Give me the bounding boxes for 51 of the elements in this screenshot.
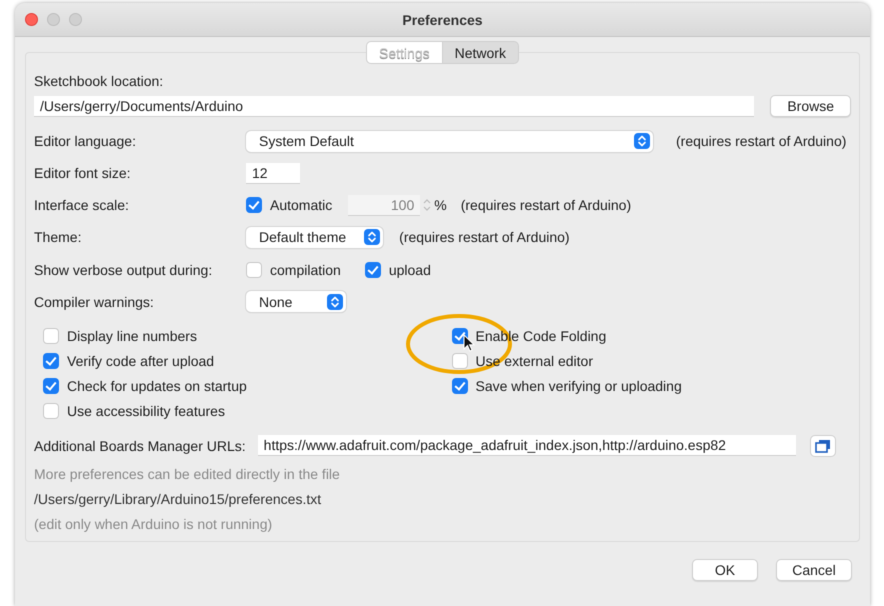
field-label: Theme: [34,229,82,246]
note-text: (requires restart of Arduino) [460,197,632,214]
field-label: Editor font size: [34,165,132,182]
checkbox[interactable] [452,378,468,394]
checkbox[interactable] [246,197,262,214]
field-label: Compiler warnings: [34,294,155,310]
checkbox-label: Automatic [270,197,332,214]
dropdown[interactable]: Default theme [246,226,384,248]
input-field[interactable]: 12 [246,162,300,184]
updown-arrows-icon [327,294,343,310]
checkbox-label: compilation [270,262,341,278]
checkbox-label: upload [388,262,431,278]
field-label: Interface scale: [34,197,130,214]
checkbox-label: Save when verifying or uploading [476,378,682,394]
checkbox[interactable] [43,403,59,420]
input-field[interactable]: /Users/gerry/Documents/Arduino [34,96,754,116]
checkbox[interactable] [43,378,59,394]
windows-icon [814,438,831,453]
field-label: Additional Boards Manager URLs: [34,438,246,454]
dialog-button[interactable]: Cancel [776,559,852,581]
checkbox[interactable] [43,353,59,370]
checkbox[interactable] [43,328,59,344]
note-text: (requires restart of Arduino) [399,229,570,246]
checkbox-label: Use accessibility features [67,403,225,420]
checkbox[interactable] [246,262,262,278]
checkbox-label: Display line numbers [67,328,197,344]
checkbox[interactable] [452,353,468,370]
field-label: Show verbose output during: [34,262,214,278]
info-text: More preferences can be edited directly in the file [34,464,341,484]
window-list-button[interactable] [810,434,836,457]
input-field[interactable]: https://www.adafruit.com/package_adafruit_index.json,http://arduino.esp82 [258,435,796,456]
unit-text: % [434,197,447,214]
field-label: Sketchbook location: [34,73,164,89]
dropdown[interactable]: System Default [246,130,653,152]
updown-arrows-icon [634,133,650,150]
checkbox[interactable] [364,262,381,278]
note-text: (requires restart of Arduino) [676,133,846,150]
file-path-text: /Users/gerry/Library/Arduino15/preferences.txt [34,490,322,509]
number-field[interactable]: 100 [348,194,420,216]
field-label: Editor language: [34,133,137,150]
dialog-button[interactable]: OK [692,559,758,581]
browse-button[interactable]: Browse [770,95,851,117]
checkbox-label: Check for updates on startup [67,378,247,394]
mouse-pointer-icon [462,334,474,352]
dropdown[interactable]: None [246,291,346,312]
close-button[interactable] [25,13,38,26]
tab[interactable]: Network [442,41,519,64]
updown-arrows-icon [364,229,380,246]
checkbox-label: Verify code after upload [67,353,214,370]
info-text: (edit only when Arduino is not running) [34,514,274,534]
window-title: Preferences [402,12,483,28]
